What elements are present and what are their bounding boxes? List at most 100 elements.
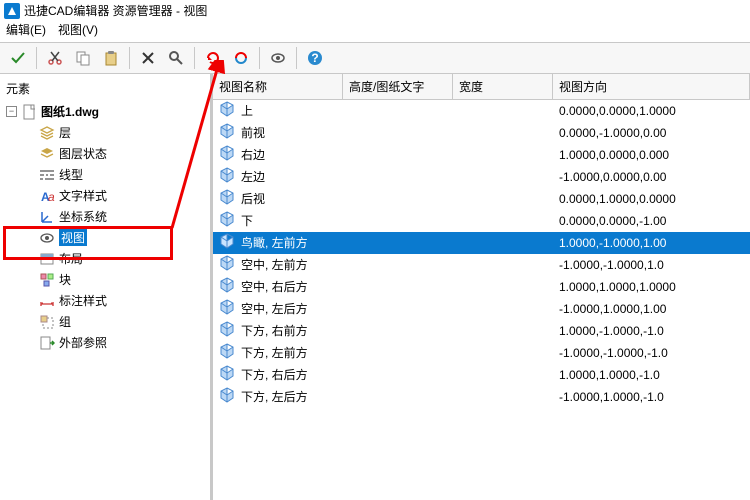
cell-direction: 0.0000,-1.0000,0.00: [553, 124, 750, 142]
cell-direction: 1.0000,-1.0000,1.00: [553, 234, 750, 252]
grid-row[interactable]: 右边1.0000,0.0000,0.000: [213, 144, 750, 166]
grid-row[interactable]: 鸟瞰, 左前方 1.0000,-1.0000,1.00: [213, 232, 750, 254]
delete-button[interactable]: [135, 45, 161, 71]
col-height[interactable]: 高度/图纸文字: [343, 74, 453, 99]
col-direction[interactable]: 视图方向: [553, 74, 750, 99]
menu-view[interactable]: 视图(V): [58, 21, 98, 38]
cell-direction: -1.0000,0.0000,0.00: [553, 168, 750, 186]
grid-row[interactable]: 后视0.0000,1.0000,0.0000: [213, 188, 750, 210]
grid-row[interactable]: 左边 -1.0000,0.0000,0.00: [213, 166, 750, 188]
cell-name: 空中, 左后方: [241, 300, 308, 317]
cell-width: [453, 241, 553, 245]
cell-width: [453, 373, 553, 377]
cell-name: 鸟瞰, 左前方: [241, 234, 308, 251]
toolbar-separator: [259, 47, 260, 69]
refresh2-button[interactable]: [228, 45, 254, 71]
cube-icon: [219, 343, 235, 362]
toolbar-separator: [194, 47, 195, 69]
tree-item-label: 线型: [59, 166, 83, 183]
tree-item-label: 块: [59, 271, 71, 288]
cell-height: [343, 241, 453, 245]
toolbar-separator: [296, 47, 297, 69]
title-bar: 迅捷CAD编辑器 资源管理器 - 视图: [0, 0, 750, 21]
cell-height: [343, 285, 453, 289]
help-button[interactable]: ?: [302, 45, 328, 71]
menu-edit[interactable]: 编辑(E): [6, 21, 46, 38]
layerstate-icon: [39, 146, 55, 162]
cell-height: [343, 329, 453, 333]
cell-height: [343, 373, 453, 377]
tree-item-block[interactable]: 块: [0, 269, 210, 290]
textstyle-icon: Aa: [39, 188, 55, 204]
grid-row[interactable]: 前视 0.0000,-1.0000,0.00: [213, 122, 750, 144]
cube-icon: [219, 255, 235, 274]
find-button[interactable]: [163, 45, 189, 71]
cube-icon: [219, 233, 235, 252]
grid-body: 上0.0000,0.0000,1.0000 前视 0.0000,-1.0000,0.…: [213, 100, 750, 408]
cell-width: [453, 351, 553, 355]
cut-button[interactable]: [42, 45, 68, 71]
grid-row[interactable]: 下方, 右后方1.0000,1.0000,-1.0: [213, 364, 750, 386]
cell-width: [453, 175, 553, 179]
tree-item-group[interactable]: 组: [0, 311, 210, 332]
tree-item-dimstyle[interactable]: 标注样式: [0, 290, 210, 311]
cell-height: [343, 153, 453, 157]
tree-item-ucs[interactable]: 坐标系统: [0, 206, 210, 227]
grid-row[interactable]: 下0.0000,0.0000,-1.00: [213, 210, 750, 232]
tree-root[interactable]: − 图纸1.dwg: [0, 101, 210, 122]
grid-row[interactable]: 空中, 左前方-1.0000,-1.0000,1.0: [213, 254, 750, 276]
cell-direction: -1.0000,1.0000,-1.0: [553, 388, 750, 406]
tree-item-layers[interactable]: 层: [0, 122, 210, 143]
copy-button[interactable]: [70, 45, 96, 71]
tree-item-label: 外部参照: [59, 334, 107, 351]
group-icon: [39, 314, 55, 330]
cell-width: [453, 197, 553, 201]
toolbar: ?: [0, 42, 750, 74]
col-name[interactable]: 视图名称: [213, 74, 343, 99]
tree-item-label: 层: [59, 124, 71, 141]
cell-width: [453, 109, 553, 113]
cell-direction: -1.0000,-1.0000,1.0: [553, 256, 750, 274]
tree-item-linetype[interactable]: 线型: [0, 164, 210, 185]
grid-row[interactable]: 空中, 右后方1.0000,1.0000,1.0000: [213, 276, 750, 298]
tree-item-view[interactable]: 视图: [0, 227, 210, 248]
refresh-button[interactable]: [200, 45, 226, 71]
cell-name: 前视: [241, 124, 265, 141]
tree-item-label: 标注样式: [59, 292, 107, 309]
cell-name: 下方, 右后方: [241, 366, 308, 383]
cell-direction: -1.0000,1.0000,1.00: [553, 300, 750, 318]
tree-item-textstyle[interactable]: Aa文字样式: [0, 185, 210, 206]
cell-name: 下方, 左后方: [241, 388, 308, 405]
cell-name: 空中, 右后方: [241, 278, 308, 295]
cell-width: [453, 263, 553, 267]
grid-row[interactable]: 空中, 左后方 -1.0000,1.0000,1.00: [213, 298, 750, 320]
eye-button[interactable]: [265, 45, 291, 71]
tree-item-xref[interactable]: 外部参照: [0, 332, 210, 353]
tree-item-layout[interactable]: 布局: [0, 248, 210, 269]
app-icon: [4, 3, 20, 19]
menu-bar: 编辑(E) 视图(V): [0, 21, 750, 42]
cell-width: [453, 285, 553, 289]
grid-row[interactable]: 下方, 右前方1.0000,-1.0000,-1.0: [213, 320, 750, 342]
col-width[interactable]: 宽度: [453, 74, 553, 99]
cell-name: 左边: [241, 168, 265, 185]
paste-button[interactable]: [98, 45, 124, 71]
grid-row[interactable]: 下方, 左后方 -1.0000,1.0000,-1.0: [213, 386, 750, 408]
cell-width: [453, 153, 553, 157]
tree-item-layerstate[interactable]: 图层状态: [0, 143, 210, 164]
block-icon: [39, 272, 55, 288]
xref-icon: [39, 335, 55, 351]
svg-text:?: ?: [311, 51, 318, 65]
ucs-icon: [39, 209, 55, 225]
cube-icon: [219, 387, 235, 406]
grid-row[interactable]: 下方, 左前方-1.0000,-1.0000,-1.0: [213, 342, 750, 364]
check-button[interactable]: [5, 45, 31, 71]
cell-direction: 1.0000,-1.0000,-1.0: [553, 322, 750, 340]
cell-height: [343, 351, 453, 355]
collapse-icon[interactable]: −: [6, 106, 17, 117]
cube-icon: [219, 167, 235, 186]
toolbar-separator: [129, 47, 130, 69]
cube-icon: [219, 277, 235, 296]
grid-row[interactable]: 上0.0000,0.0000,1.0000: [213, 100, 750, 122]
cell-width: [453, 131, 553, 135]
